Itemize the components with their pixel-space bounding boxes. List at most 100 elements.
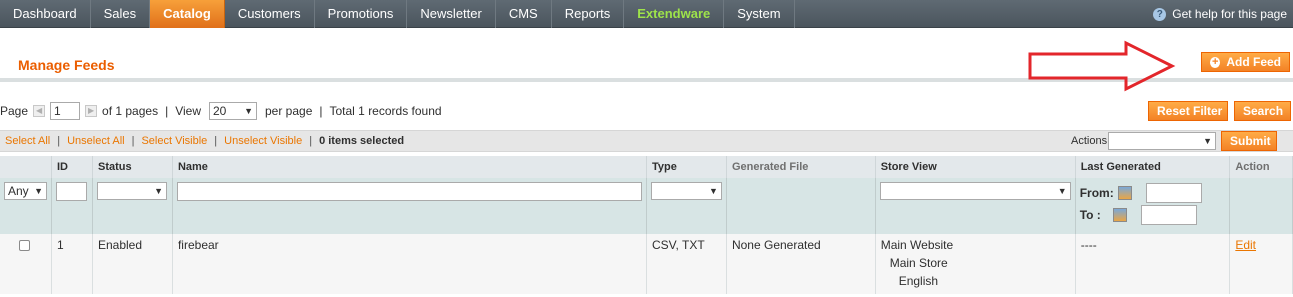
header-type[interactable]: Type: [646, 156, 727, 178]
name-filter-input[interactable]: [176, 182, 642, 201]
row-status: Enabled: [92, 234, 173, 294]
massaction-separator: |: [309, 135, 313, 147]
nav-reports[interactable]: Reports: [552, 0, 625, 28]
filter-status-cell: ▼: [92, 178, 173, 234]
nav-dashboard[interactable]: Dashboard: [0, 0, 91, 28]
reset-filter-button[interactable]: Reset Filter: [1148, 101, 1228, 121]
nav-sales[interactable]: Sales: [91, 0, 151, 28]
per-page-value: 20: [213, 104, 227, 118]
date-to-input[interactable]: [1140, 205, 1197, 225]
actions-select[interactable]: ▼: [1108, 132, 1216, 150]
filter-last-generated-cell: From: To :: [1075, 178, 1231, 234]
help-label: Get help for this page: [1172, 7, 1287, 21]
from-label: From:: [1079, 186, 1114, 200]
annotation-arrow-icon: [1028, 40, 1176, 92]
records-found-text: Total 1 records found: [329, 104, 442, 118]
page-title: Manage Feeds: [18, 57, 115, 73]
row-checkbox-cell: [0, 234, 52, 294]
page-input[interactable]: 1: [50, 102, 81, 120]
main-nav: Dashboard Sales Catalog Customers Promot…: [0, 0, 1293, 28]
nav-cms[interactable]: CMS: [496, 0, 552, 28]
filter-action-cell: [1229, 178, 1293, 234]
header-massaction: [0, 156, 52, 178]
per-page-text: per page: [265, 104, 313, 118]
select-all-link[interactable]: Select All: [5, 135, 50, 147]
filter-store-view-cell: ▼: [875, 178, 1076, 234]
add-feed-label: Add Feed: [1226, 55, 1281, 69]
row-checkbox[interactable]: [19, 240, 30, 251]
chevron-down-icon: ▼: [154, 186, 163, 196]
massaction-separator: |: [131, 135, 135, 147]
nav-customers[interactable]: Customers: [225, 0, 315, 28]
store-website: Main Website: [880, 238, 954, 252]
massaction-separator: |: [57, 135, 61, 147]
id-filter-input[interactable]: [56, 182, 87, 201]
row-type: CSV, TXT: [646, 234, 727, 294]
page-label: Page: [0, 104, 29, 118]
row-action-cell: Edit: [1229, 234, 1293, 294]
nav-newsletter[interactable]: Newsletter: [407, 0, 496, 28]
type-filter-select[interactable]: ▼: [650, 182, 722, 200]
chevron-down-icon: ▼: [1057, 186, 1067, 196]
items-selected-count: 0 items selected: [319, 135, 405, 147]
grid-filter-row: Any ▼ ▼ ▼ ▼ From: To:: [0, 178, 1293, 234]
massaction-bar: Select All | Unselect All | Select Visib…: [0, 130, 1293, 152]
calendar-icon[interactable]: [1117, 186, 1132, 200]
row-last-generated: ----: [1075, 234, 1231, 294]
row-name: firebear: [172, 234, 647, 294]
pager-separator: |: [165, 104, 169, 118]
nav-promotions[interactable]: Promotions: [315, 0, 408, 28]
help-icon: ?: [1153, 7, 1167, 21]
submit-button[interactable]: Submit: [1221, 131, 1277, 151]
nav-catalog[interactable]: Catalog: [150, 0, 225, 28]
unselect-visible-link[interactable]: Unselect Visible: [224, 135, 302, 147]
nav-extendware[interactable]: Extendware: [624, 0, 725, 28]
row-id: 1: [51, 234, 93, 294]
pager-separator: |: [319, 104, 323, 118]
next-page-icon[interactable]: ▶: [85, 105, 98, 117]
search-button[interactable]: Search: [1234, 101, 1291, 121]
chevron-down-icon: ▼: [1203, 136, 1212, 146]
help-link[interactable]: ? Get help for this page: [1153, 0, 1287, 28]
any-option: Any: [8, 184, 29, 198]
select-visible-link[interactable]: Select Visible: [141, 135, 207, 147]
nav-system[interactable]: System: [724, 0, 795, 28]
date-to-row: To :: [1080, 204, 1226, 226]
pager: Page ◀ 1 ▶ of 1 pages | View 20 ▼ per pa…: [0, 101, 442, 121]
filter-type-cell: ▼: [646, 178, 727, 234]
header-store-view[interactable]: Store View: [875, 156, 1076, 178]
add-feed-button[interactable]: + Add Feed: [1201, 52, 1290, 72]
calendar-icon[interactable]: [1112, 208, 1127, 222]
store-store: Main Store: [889, 256, 948, 270]
header-id[interactable]: ID: [51, 156, 93, 178]
store-view-filter-select[interactable]: ▼: [879, 182, 1071, 200]
store-language: English: [898, 274, 939, 288]
date-from-row: From:: [1080, 182, 1226, 204]
per-page-select[interactable]: 20 ▼: [209, 102, 257, 120]
of-pages-text: of 1 pages: [102, 104, 159, 118]
header-last-generated[interactable]: Last Generated: [1075, 156, 1231, 178]
plus-icon: +: [1210, 55, 1221, 68]
grid-header-row: ID Status Name Type Generated File Store…: [0, 156, 1293, 178]
massaction-filter-select[interactable]: Any ▼: [4, 182, 47, 200]
table-row: 1 Enabled firebear CSV, TXT None Generat…: [0, 234, 1293, 294]
chevron-down-icon: ▼: [244, 106, 253, 116]
filter-generated-file-cell: [726, 178, 876, 234]
filter-name-cell: [172, 178, 647, 234]
unselect-all-link[interactable]: Unselect All: [67, 135, 124, 147]
chevron-down-icon: ▼: [709, 186, 718, 196]
prev-page-icon[interactable]: ◀: [33, 105, 46, 117]
header-status[interactable]: Status: [92, 156, 173, 178]
chevron-down-icon: ▼: [34, 186, 43, 196]
header-name[interactable]: Name: [172, 156, 647, 178]
row-store-view: Main Website Main Store English: [875, 234, 1076, 294]
filter-massaction-cell: Any ▼: [0, 178, 52, 234]
to-label: To :: [1079, 208, 1101, 222]
edit-link[interactable]: Edit: [1235, 238, 1256, 252]
status-filter-select[interactable]: ▼: [96, 182, 167, 200]
date-from-input[interactable]: [1145, 183, 1202, 203]
header-generated-file: Generated File: [726, 156, 876, 178]
header-action: Action: [1229, 156, 1293, 178]
massaction-separator: |: [214, 135, 218, 147]
filter-id-cell: [51, 178, 93, 234]
